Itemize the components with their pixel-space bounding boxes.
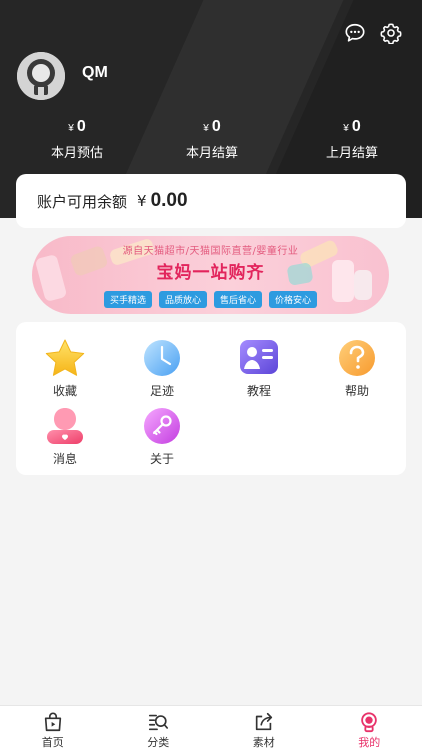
menu-item-label: 收藏 bbox=[17, 382, 113, 399]
menu-item-messages[interactable]: 消息 bbox=[17, 406, 113, 470]
menu-item-tutorial[interactable]: 教程 bbox=[211, 338, 307, 402]
avatar-image bbox=[17, 52, 65, 100]
menu-item-history[interactable]: 足迹 bbox=[114, 338, 210, 402]
menu-item-label: 帮助 bbox=[309, 382, 405, 399]
menu-item-label: 教程 bbox=[211, 382, 307, 399]
balance-card[interactable]: 账户可用余额 ¥ 0.00 bbox=[16, 174, 406, 228]
stat-label: 本月预估 bbox=[22, 142, 132, 161]
banner-subtitle: 源自天猫超市/天猫国际直营/婴童行业 bbox=[32, 242, 389, 257]
menu-item-label: 足迹 bbox=[114, 382, 210, 399]
username: QM bbox=[82, 64, 108, 82]
header-actions bbox=[344, 22, 402, 44]
stat-month-estimate[interactable]: ¥0 本月预估 bbox=[22, 118, 132, 161]
tab-materials[interactable]: 素材 bbox=[211, 706, 317, 751]
stat-value: 0 bbox=[212, 118, 221, 135]
stat-last-month-settled[interactable]: ¥0 上月结算 bbox=[297, 118, 407, 161]
stat-month-settled[interactable]: ¥0 本月结算 bbox=[157, 118, 267, 161]
function-grid: 收藏 足迹 教程 帮助 bbox=[16, 322, 406, 475]
profile-icon bbox=[358, 711, 380, 733]
tab-label: 分类 bbox=[106, 734, 212, 750]
banner-tag: 品质放心 bbox=[159, 291, 207, 308]
stat-value: 0 bbox=[77, 118, 86, 135]
currency-symbol: ¥ bbox=[68, 123, 74, 134]
menu-item-about[interactable]: 关于 bbox=[114, 406, 210, 470]
menu-item-help[interactable]: 帮助 bbox=[309, 338, 405, 402]
chat-bubble-icon[interactable] bbox=[344, 22, 366, 44]
menu-item-favorites[interactable]: 收藏 bbox=[17, 338, 113, 402]
banner-tag: 价格安心 bbox=[269, 291, 317, 308]
stat-value: 0 bbox=[352, 118, 361, 135]
tab-category[interactable]: 分类 bbox=[106, 706, 212, 751]
balance-amount: 0.00 bbox=[151, 190, 188, 212]
settings-gear-icon[interactable] bbox=[380, 22, 402, 44]
tab-mine[interactable]: 我的 bbox=[317, 706, 422, 751]
currency-symbol: ¥ bbox=[203, 123, 209, 134]
help-icon bbox=[335, 338, 379, 378]
menu-item-label: 关于 bbox=[114, 450, 210, 467]
tab-label: 素材 bbox=[211, 734, 317, 750]
avatar[interactable] bbox=[17, 52, 65, 100]
tab-home[interactable]: 首页 bbox=[0, 706, 106, 751]
key-icon bbox=[140, 406, 184, 446]
banner-tag: 买手精选 bbox=[104, 291, 152, 308]
menu-item-label: 消息 bbox=[17, 450, 113, 467]
stat-label: 本月结算 bbox=[157, 142, 267, 161]
stat-label: 上月结算 bbox=[297, 142, 407, 161]
home-bag-icon bbox=[42, 711, 64, 733]
bottom-tab-bar: 首页 分类 素材 我的 bbox=[0, 705, 422, 751]
promo-banner[interactable]: 源自天猫超市/天猫国际直营/婴童行业 宝妈一站购齐 买手精选 品质放心 售后省心… bbox=[32, 236, 389, 314]
clock-icon bbox=[140, 338, 184, 378]
banner-tags: 买手精选 品质放心 售后省心 价格安心 bbox=[32, 291, 389, 308]
tab-label: 我的 bbox=[317, 734, 422, 750]
tab-label: 首页 bbox=[0, 734, 106, 750]
balance-label: 账户可用余额 bbox=[37, 191, 127, 212]
banner-title: 宝妈一站购齐 bbox=[32, 258, 389, 283]
currency-symbol: ¥ bbox=[343, 123, 349, 134]
tutorial-icon bbox=[237, 338, 281, 378]
message-icon bbox=[43, 406, 87, 446]
balance-currency: ¥ bbox=[137, 192, 147, 210]
category-search-icon bbox=[147, 711, 169, 733]
share-icon bbox=[253, 711, 275, 733]
banner-tag: 售后省心 bbox=[214, 291, 262, 308]
star-icon bbox=[43, 338, 87, 378]
